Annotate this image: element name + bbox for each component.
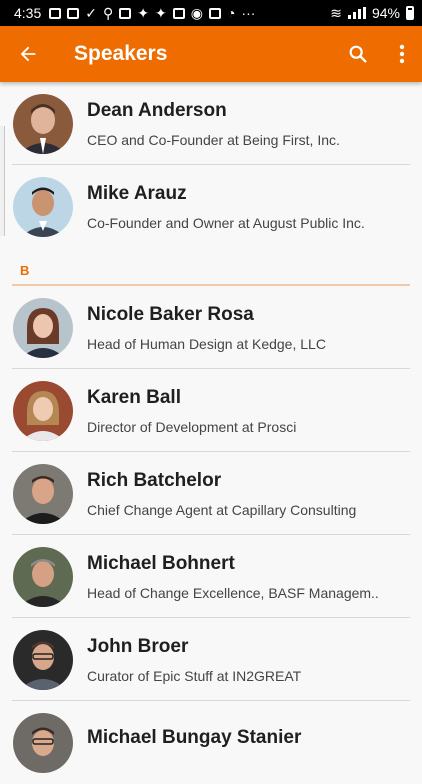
avatar: [13, 93, 73, 154]
speaker-title: Head of Human Design at Kedge, LLC: [87, 335, 326, 352]
overflow-menu-button[interactable]: [382, 26, 422, 82]
back-arrow-icon: [20, 46, 36, 62]
photo-icon: [208, 7, 221, 19]
back-button[interactable]: [0, 26, 56, 82]
speaker-list: Dean Anderson CEO and Co-Founder at Bein…: [0, 82, 422, 784]
check-icon: ✓: [85, 4, 97, 21]
speaker-row[interactable]: Michael Bohnert Head of Change Excellenc…: [0, 535, 422, 618]
notification-icons: ✓ ⚲ ✦ ✦ ◉ ◔ ···: [49, 5, 255, 22]
battery-icon: [406, 6, 414, 20]
twitter-icon-2: ✦: [154, 4, 167, 21]
avatar: [13, 712, 73, 773]
speaker-name: Michael Bungay Stanier: [87, 726, 302, 748]
speaker-name: Karen Ball: [87, 386, 181, 408]
speaker-name: Nicole Baker Rosa: [87, 303, 254, 325]
speaker-row[interactable]: Karen Ball Director of Development at Pr…: [0, 369, 422, 452]
gallery-icon: [172, 7, 185, 19]
image-icon: [67, 7, 80, 19]
app-bar: Speakers: [0, 26, 422, 82]
speaker-title: Director of Development at Prosci: [87, 418, 297, 435]
speaker-name: John Broer: [87, 635, 189, 657]
more-notifications-icon: ···: [241, 5, 256, 21]
avatar: [13, 380, 73, 441]
twitter-icon: ✦: [137, 4, 149, 21]
avatar: [13, 463, 73, 524]
app-icon: [119, 7, 132, 19]
speaker-row[interactable]: Mike Arauz Co-Founder and Owner at Augus…: [0, 165, 422, 248]
avatar: [13, 297, 73, 358]
circle-check-icon: ◉: [190, 4, 203, 21]
avatar: [13, 546, 73, 607]
section-letter: B: [20, 263, 30, 278]
speaker-title: Co-Founder and Owner at August Public In…: [87, 214, 365, 231]
wifi-icon: ≋: [330, 4, 342, 21]
status-time: 4:35: [14, 5, 42, 21]
speaker-name: Dean Anderson: [87, 99, 227, 121]
speaker-row[interactable]: Rich Batchelor Chief Change Agent at Cap…: [0, 452, 422, 535]
more-vert-icon: [399, 44, 405, 64]
nav-icon: ◔: [226, 5, 236, 21]
search-icon: [349, 45, 367, 63]
avatar: [13, 629, 73, 690]
battery-percent: 94%: [371, 5, 400, 21]
speaker-title: Head of Change Excellence, BASF Managem.…: [87, 584, 379, 601]
speaker-title: Chief Change Agent at Capillary Consulti…: [87, 501, 357, 518]
speaker-row[interactable]: Michael Bungay Stanier: [0, 701, 422, 784]
youtube-icon: [49, 7, 62, 19]
speaker-name: Michael Bohnert: [87, 552, 235, 574]
avatar: [13, 176, 73, 237]
status-bar: 4:35 ✓ ⚲ ✦ ✦ ◉ ◔ ··· ≋ 94%: [0, 0, 422, 26]
page-title: Speakers: [74, 42, 168, 65]
section-header: B: [0, 248, 422, 284]
speaker-row[interactable]: John Broer Curator of Epic Stuff at IN2G…: [0, 618, 422, 701]
speaker-row[interactable]: Dean Anderson CEO and Co-Founder at Bein…: [0, 82, 422, 165]
speaker-name: Mike Arauz: [87, 182, 187, 204]
speaker-title: Curator of Epic Stuff at IN2GREAT: [87, 667, 302, 684]
signal-icon: [347, 7, 366, 19]
speaker-title: CEO and Co-Founder at Being First, Inc.: [87, 131, 340, 148]
speaker-name: Rich Batchelor: [87, 469, 222, 491]
speaker-row[interactable]: Nicole Baker Rosa Head of Human Design a…: [0, 286, 422, 369]
usb-icon: ⚲: [102, 4, 114, 21]
search-button[interactable]: [334, 26, 382, 82]
